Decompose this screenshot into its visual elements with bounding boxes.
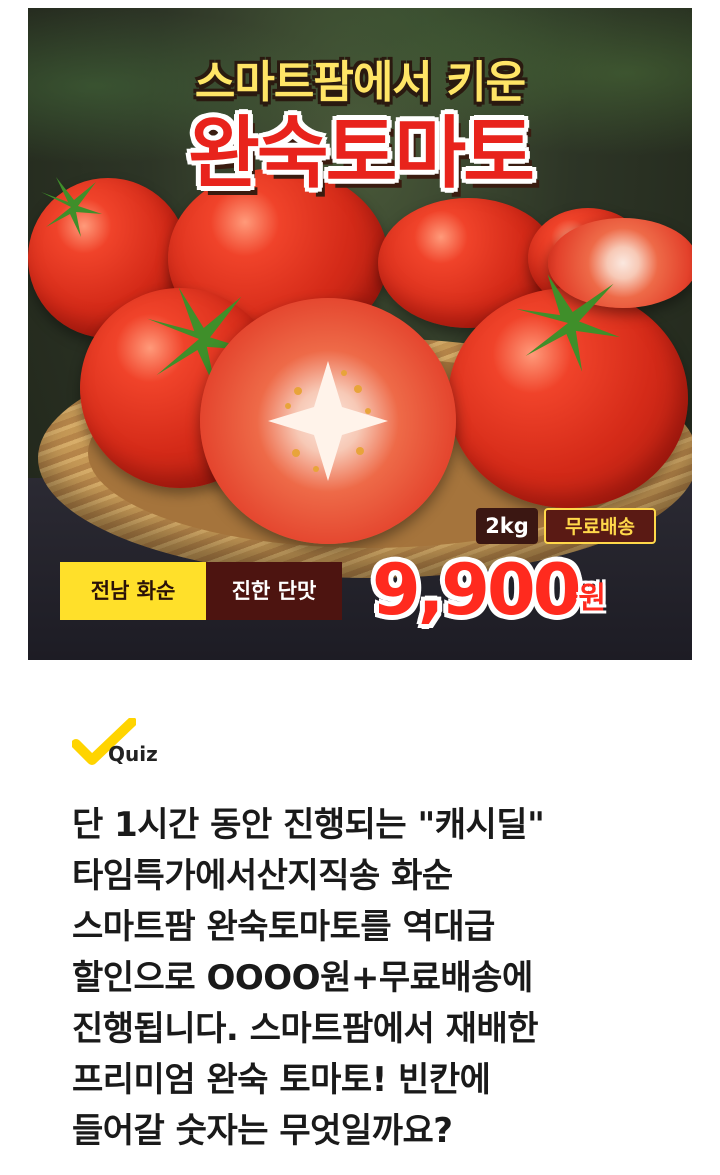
- product-banner-image: 스마트팜에서 키운 완숙토마토 2kg 무료배송 전남 화순 진한 단맛 9,9…: [28, 8, 692, 660]
- headline-main-wrap: 완숙토마토: [146, 106, 574, 202]
- price-tag: 9,900원: [372, 544, 662, 636]
- tomato-stem: [41, 177, 102, 237]
- question-line: 단 1시간 동안 진행되는 "캐시딜": [72, 805, 545, 845]
- price-number: 9,900: [372, 549, 581, 631]
- question-line: 할인으로 OOOO원+무료배송에: [72, 958, 533, 998]
- question-line: 들어갈 숫자는 무엇일까요?: [72, 1111, 453, 1151]
- origin-badge: 전남 화순: [60, 562, 206, 620]
- question-line: 프리미엄 완숙 토마토! 빈칸에: [72, 1060, 491, 1100]
- cut-tomato-half: [200, 298, 456, 544]
- price-unit: 원: [578, 581, 607, 616]
- headline-top: 스마트팜에서 키운: [194, 57, 526, 108]
- quiz-question: 단 1시간 동안 진행되는 "캐시딜" 타임특가에서산지직송 화순 스마트팜 완…: [72, 800, 672, 1157]
- question-line: 진행됩니다. 스마트팜에서 재배한: [72, 1009, 539, 1049]
- question-line: 타임특가에서산지직송 화순: [72, 856, 453, 896]
- tomato-stem: [516, 274, 620, 372]
- quiz-label: Quiz: [72, 718, 182, 774]
- weight-badge: 2kg: [476, 508, 538, 544]
- question-line: 스마트팜 완숙토마토를 역대급: [72, 907, 495, 947]
- tomato-seed-core: [268, 361, 388, 481]
- taste-badge: 진한 단맛: [206, 562, 342, 620]
- free-shipping-badge: 무료배송: [544, 508, 656, 544]
- quiz-label-text: Quiz: [108, 742, 158, 766]
- headline-main: 완숙토마토: [188, 109, 535, 199]
